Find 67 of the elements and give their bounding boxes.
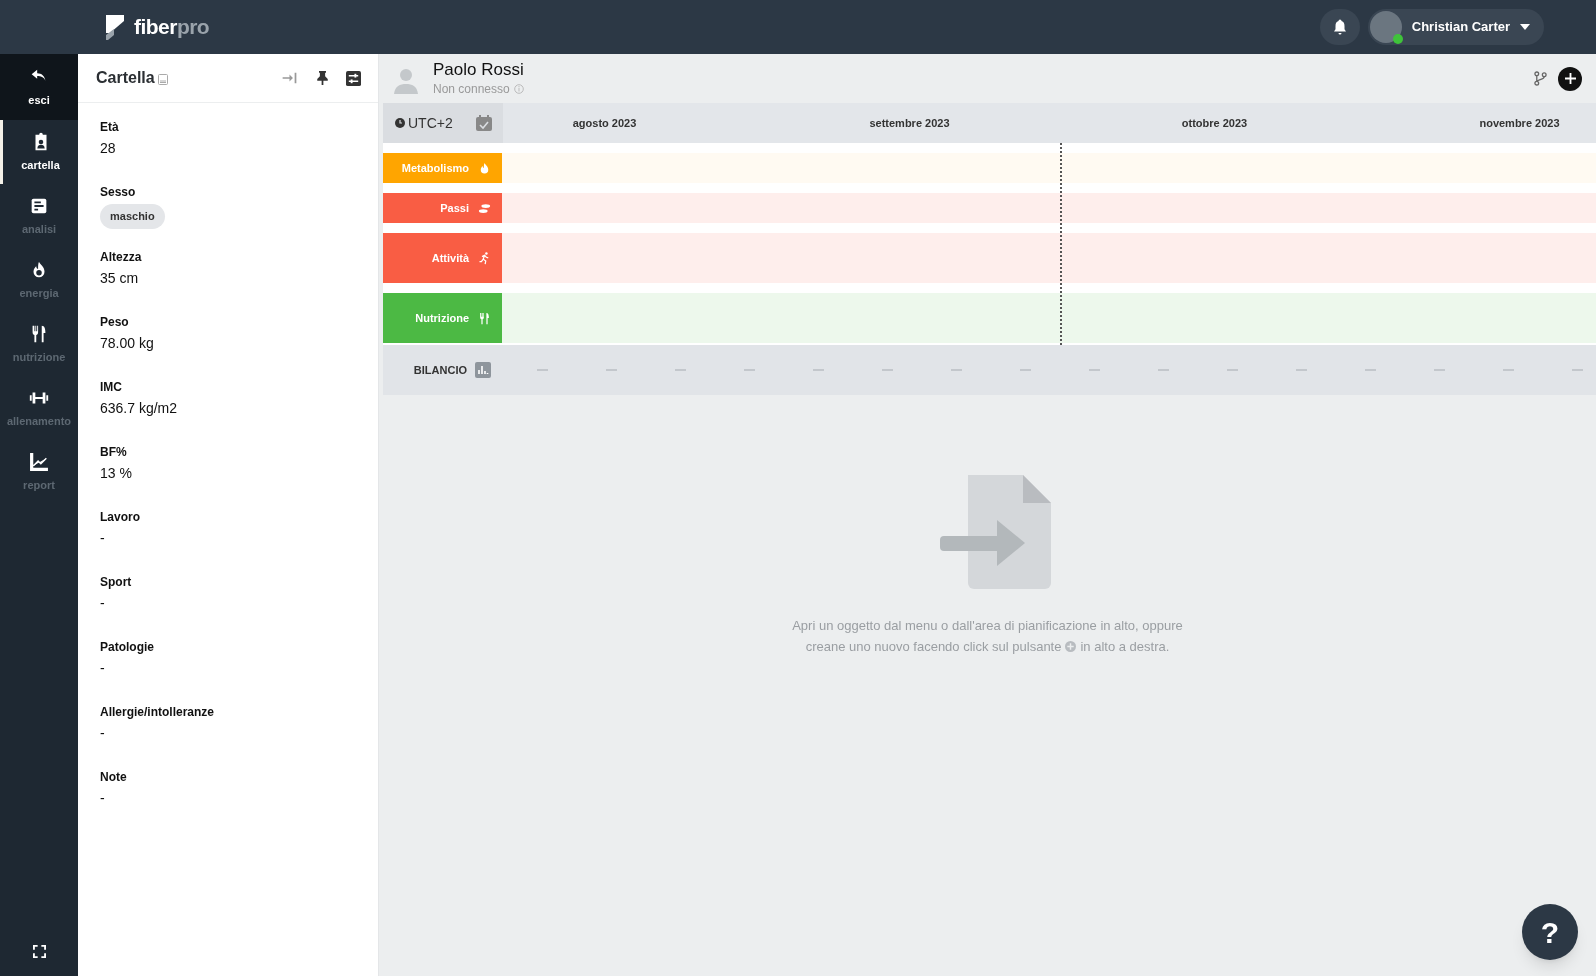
nutrition-icon xyxy=(477,310,492,326)
help-button[interactable]: ? xyxy=(1522,904,1578,960)
nav-item[interactable]: nutrizione xyxy=(0,312,78,376)
field-value: 35 cm xyxy=(100,269,140,288)
calendar-check-icon xyxy=(476,115,492,131)
category-label[interactable]: Metabolismo xyxy=(383,153,502,183)
category-label[interactable]: Attività xyxy=(383,233,502,283)
logo-icon xyxy=(104,13,126,41)
plus-circle-icon xyxy=(1065,641,1077,652)
month-label: novembre 2023 xyxy=(1479,115,1560,131)
connection-status: Non connesso xyxy=(433,80,510,98)
field-label: BF% xyxy=(100,444,128,460)
field-label: Età xyxy=(100,119,120,135)
field-value: 13 % xyxy=(100,464,133,483)
field-value: - xyxy=(100,594,106,613)
field-value: 636.7 kg/m2 xyxy=(100,399,179,418)
nav-item[interactable]: allenamento xyxy=(0,376,78,440)
nav-item[interactable]: energia xyxy=(0,248,78,312)
timezone-label: UTC+2 xyxy=(408,113,453,133)
client-name: Paolo Rossi xyxy=(433,59,524,80)
plus-icon xyxy=(1564,73,1576,84)
expand-icon xyxy=(32,944,46,958)
arrow-to-line-icon xyxy=(281,72,297,84)
field-label: Altezza xyxy=(100,249,143,265)
open-file-icon xyxy=(939,475,1052,589)
field-label: Note xyxy=(100,769,128,785)
empty-state-text: in alto a destra. xyxy=(1080,638,1170,656)
add-button[interactable] xyxy=(1558,66,1582,91)
sliders-icon xyxy=(345,70,361,86)
category-label[interactable]: Nutrizione xyxy=(383,293,502,343)
field-label: Lavoro xyxy=(100,509,141,525)
field-label: Allergie/intolleranze xyxy=(100,704,216,720)
sex-tag: maschio xyxy=(100,204,165,229)
logo-text: fiberpro xyxy=(134,14,210,41)
field-label: Peso xyxy=(100,314,130,330)
clock-icon xyxy=(395,118,405,128)
field-value: - xyxy=(100,789,106,808)
user-menu[interactable]: Christian Carter xyxy=(1367,9,1544,45)
month-label: settembre 2023 xyxy=(869,115,950,131)
field-label: Sport xyxy=(100,574,133,590)
info-icon xyxy=(513,83,524,94)
calendar-button[interactable] xyxy=(475,114,493,132)
panel-title: Cartella xyxy=(96,68,155,88)
empty-state-text: creane uno nuovo facendo click sul pulsante xyxy=(805,638,1062,656)
balance-label: BILANCIO xyxy=(413,362,467,378)
category-label[interactable]: Passi xyxy=(383,193,502,223)
field-label: Sesso xyxy=(100,184,137,200)
field-value: - xyxy=(100,659,106,678)
month-label: agosto 2023 xyxy=(572,115,637,131)
document-icon xyxy=(157,74,168,85)
nav-item[interactable]: esci xyxy=(0,54,78,120)
branch-icon xyxy=(1533,71,1547,86)
pin-icon xyxy=(316,71,328,85)
month-label: ottobre 2023 xyxy=(1181,115,1248,131)
caret-icon xyxy=(1520,24,1530,30)
notifications-button[interactable] xyxy=(1319,9,1360,45)
field-label: IMC xyxy=(100,379,123,395)
field-value: - xyxy=(100,529,106,548)
field-value: - xyxy=(100,724,106,743)
empty-state-text: Apri un oggetto dal menu o dall'area di pianificazione in alto, oppure xyxy=(792,617,1183,635)
field-value: 78.00 kg xyxy=(100,334,155,353)
nav-item[interactable]: analisi xyxy=(0,184,78,248)
bar-chart-icon xyxy=(475,362,491,378)
report-icon xyxy=(28,450,50,473)
field-value: 28 xyxy=(100,139,117,158)
nav-item[interactable]: report xyxy=(0,440,78,504)
field-label: Patologie xyxy=(100,639,155,655)
